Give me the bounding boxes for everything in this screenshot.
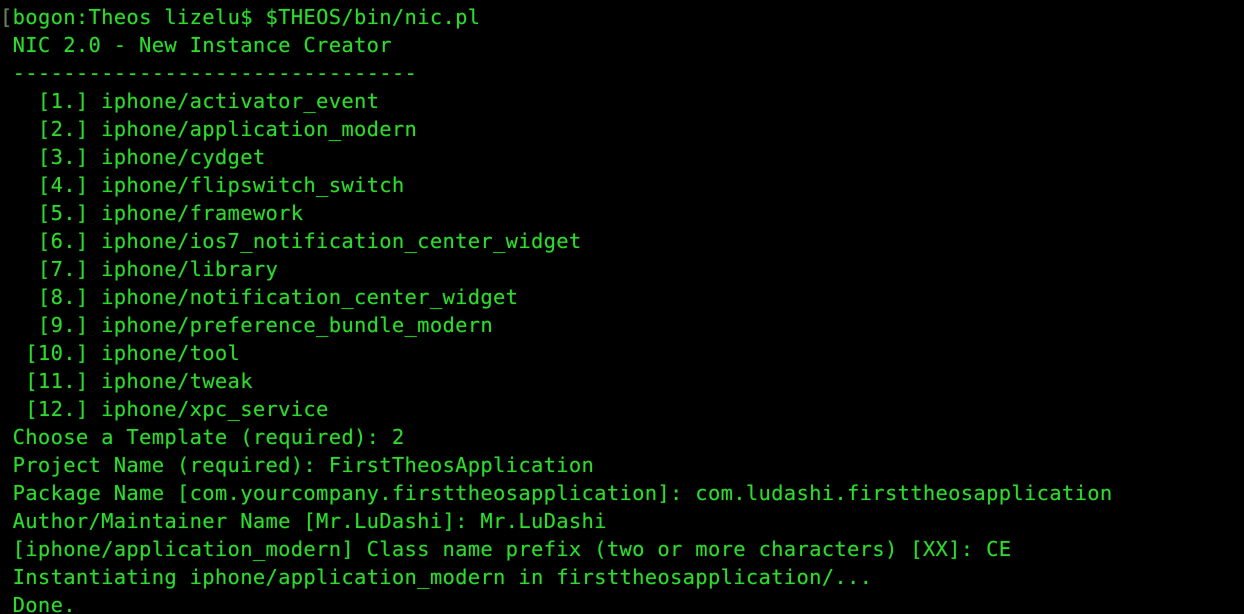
template-list-item[interactable]: [2.] iphone/application_modern xyxy=(0,115,1244,143)
template-list-item[interactable]: [4.] iphone/flipswitch_switch xyxy=(0,171,1244,199)
program-title-line: NIC 2.0 - New Instance Creator xyxy=(0,33,392,57)
prompt-command-text: bogon:Theos lizelu$ $THEOS/bin/nic.pl xyxy=(12,5,481,29)
template-list-item[interactable]: [9.] iphone/preference_bundle_modern xyxy=(0,311,1244,339)
status-instantiating: Instantiating iphone/application_modern … xyxy=(0,565,873,589)
template-list-item[interactable]: [11.] iphone/tweak xyxy=(0,367,1244,395)
prompt-choose-template[interactable]: Choose a Template (required): 2 xyxy=(0,423,1244,451)
terminal-window[interactable]: [bogon:Theos lizelu$ $THEOS/bin/nic.pl N… xyxy=(0,0,1244,614)
separator-line: -------------------------------- xyxy=(0,61,418,85)
template-list-item[interactable]: [6.] iphone/ios7_notification_center_wid… xyxy=(0,227,1244,255)
shell-prompt-line: [bogon:Theos lizelu$ $THEOS/bin/nic.pl xyxy=(0,3,1244,31)
template-list-item[interactable]: [1.] iphone/activator_event xyxy=(0,87,1244,115)
template-list-item[interactable]: [7.] iphone/library xyxy=(0,255,1244,283)
template-list-item[interactable]: [3.] iphone/cydget xyxy=(0,143,1244,171)
prompt-class-name-prefix[interactable]: [iphone/application_modern] Class name p… xyxy=(0,535,1244,563)
status-done: Done. xyxy=(0,593,76,614)
prompt-bracket: [ xyxy=(0,5,13,29)
template-list-item[interactable]: [8.] iphone/notification_center_widget xyxy=(0,283,1244,311)
template-list-item[interactable]: [5.] iphone/framework xyxy=(0,199,1244,227)
prompt-author-name[interactable]: Author/Maintainer Name [Mr.LuDashi]: Mr.… xyxy=(0,507,1244,535)
template-list-item[interactable]: [12.] iphone/xpc_service xyxy=(0,395,1244,423)
template-list-item[interactable]: [10.] iphone/tool xyxy=(0,339,1244,367)
prompt-project-name[interactable]: Project Name (required): FirstTheosAppli… xyxy=(0,451,1244,479)
prompt-package-name[interactable]: Package Name [com.yourcompany.firsttheos… xyxy=(0,479,1244,507)
